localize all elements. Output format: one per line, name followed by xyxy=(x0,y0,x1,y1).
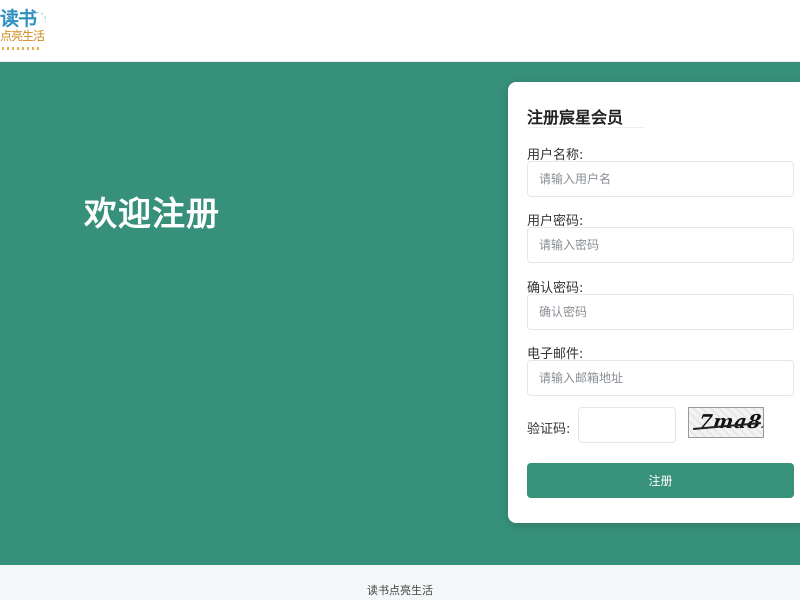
captcha-label: 验证码: xyxy=(527,422,571,437)
logo-decoration xyxy=(2,47,42,50)
register-button[interactable]: 注册 xyxy=(527,463,794,498)
site-footer: 读书点亮生活 xyxy=(0,565,800,600)
captcha-input[interactable] xyxy=(578,407,676,443)
footer-text: 读书点亮生活 xyxy=(367,584,433,597)
confirm-password-input[interactable] xyxy=(527,294,794,330)
title-underline xyxy=(527,127,645,128)
register-card: 注册宸星会员 用户名称: 用户密码: 确认密码: 电子邮件: 验证码: xyxy=(508,82,800,523)
email-input[interactable] xyxy=(527,360,794,396)
logo-text-secondary: 点亮生活 xyxy=(0,29,45,43)
site-logo[interactable]: 读书 点亮生活 xyxy=(0,0,52,58)
hero-title: 欢迎注册 xyxy=(84,194,220,233)
site-header: 读书 点亮生活 xyxy=(0,0,800,62)
book-logo-icon xyxy=(36,12,46,22)
form-title: 注册宸星会员 xyxy=(527,108,624,127)
password-input[interactable] xyxy=(527,227,794,263)
username-input[interactable] xyxy=(527,161,794,197)
captcha-image[interactable]: 7ma8x xyxy=(688,407,764,438)
